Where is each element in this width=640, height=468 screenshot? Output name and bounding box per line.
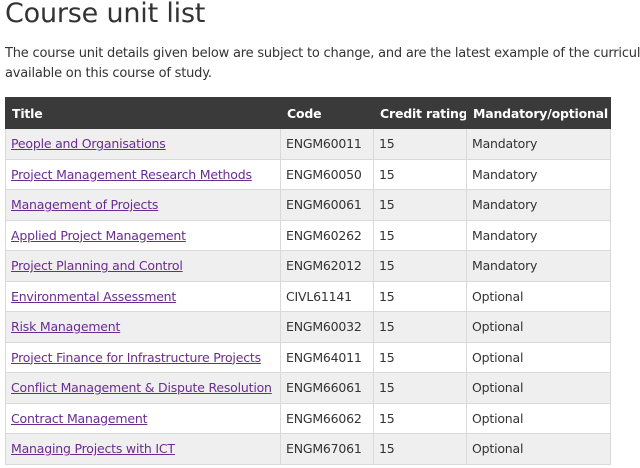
cell-code: ENGM60050 bbox=[280, 158, 374, 190]
header-title: Title bbox=[5, 97, 281, 129]
cell-title: Management of Projects bbox=[5, 189, 281, 221]
cell-code: ENGM66062 bbox=[280, 402, 374, 434]
cell-title: Project Management Research Methods bbox=[5, 158, 281, 190]
cell-credit-rating: 15 bbox=[373, 433, 467, 465]
cell-credit-rating: 15 bbox=[373, 219, 467, 251]
cell-credit-rating: 15 bbox=[373, 128, 467, 160]
cell-credit-rating: 15 bbox=[373, 158, 467, 190]
cell-title: Contract Management bbox=[5, 402, 281, 434]
cell-credit-rating: 15 bbox=[373, 250, 467, 282]
cell-title: People and Organisations bbox=[5, 128, 281, 160]
cell-code: CIVL61141 bbox=[280, 280, 374, 312]
table-row: Management of Projects ENGM60061 15 Mandato… bbox=[5, 189, 611, 221]
cell-title: Environmental Assessment bbox=[5, 280, 281, 312]
cell-credit-rating: 15 bbox=[373, 311, 467, 343]
cell-title: Managing Projects with ICT bbox=[5, 433, 281, 465]
course-unit-page: Course unit list The course unit details… bbox=[0, 0, 640, 468]
cell-code: ENGM60011 bbox=[280, 128, 374, 160]
table-row: Contract Management ENGM66062 15 Optional bbox=[5, 402, 611, 434]
course-unit-link[interactable]: People and Organisations bbox=[11, 136, 166, 151]
cell-title: Project Finance for Infrastructure Proje… bbox=[5, 341, 281, 373]
course-unit-link[interactable]: Project Planning and Control bbox=[11, 258, 183, 273]
cell-title: Applied Project Management bbox=[5, 219, 281, 251]
cell-mandatory-optional: Mandatory bbox=[466, 189, 611, 221]
cell-title: Conflict Management & Dispute Resolution bbox=[5, 372, 281, 404]
course-unit-link[interactable]: Management of Projects bbox=[11, 197, 158, 212]
cell-code: ENGM67061 bbox=[280, 433, 374, 465]
course-unit-link[interactable]: Risk Management bbox=[11, 319, 120, 334]
table-row: Project Planning and Control ENGM62012 15 M… bbox=[5, 250, 611, 282]
table-row: Project Finance for Infrastructure Proje… bbox=[5, 341, 611, 373]
cell-credit-rating: 15 bbox=[373, 341, 467, 373]
table-row: Conflict Management & Dispute Resolution… bbox=[5, 372, 611, 404]
cell-credit-rating: 15 bbox=[373, 280, 467, 312]
page-title: Course unit list bbox=[5, 0, 206, 29]
cell-mandatory-optional: Mandatory bbox=[466, 128, 611, 160]
cell-mandatory-optional: Optional bbox=[466, 372, 611, 404]
cell-mandatory-optional: Mandatory bbox=[466, 158, 611, 190]
header-code: Code bbox=[280, 97, 374, 129]
cell-credit-rating: 15 bbox=[373, 372, 467, 404]
cell-credit-rating: 15 bbox=[373, 189, 467, 221]
table-row: Risk Management ENGM60032 15 Optional bbox=[5, 311, 611, 343]
course-unit-link[interactable]: Contract Management bbox=[11, 411, 147, 426]
cell-code: ENGM64011 bbox=[280, 341, 374, 373]
cell-credit-rating: 15 bbox=[373, 402, 467, 434]
table-row: Applied Project Management ENGM60262 15 Man… bbox=[5, 219, 611, 251]
cell-mandatory-optional: Optional bbox=[466, 433, 611, 465]
table-row: Managing Projects with ICT ENGM67061 15 Opt… bbox=[5, 433, 611, 465]
course-unit-table: Title Code Credit rating Mandatory/optio… bbox=[5, 97, 611, 465]
cell-code: ENGM60061 bbox=[280, 189, 374, 221]
cell-mandatory-optional: Optional bbox=[466, 280, 611, 312]
course-unit-link[interactable]: Conflict Management & Dispute Resolution bbox=[11, 380, 272, 395]
table-row: Environmental Assessment CIVL61141 15 Optio… bbox=[5, 280, 611, 312]
cell-mandatory-optional: Optional bbox=[466, 341, 611, 373]
course-unit-link[interactable]: Applied Project Management bbox=[11, 228, 186, 243]
cell-mandatory-optional: Mandatory bbox=[466, 250, 611, 282]
table-header-row: Title Code Credit rating Mandatory/optio… bbox=[5, 97, 611, 129]
cell-title: Project Planning and Control bbox=[5, 250, 281, 282]
cell-code: ENGM62012 bbox=[280, 250, 374, 282]
cell-code: ENGM60262 bbox=[280, 219, 374, 251]
course-unit-link[interactable]: Managing Projects with ICT bbox=[11, 441, 175, 456]
cell-mandatory-optional: Mandatory bbox=[466, 219, 611, 251]
cell-code: ENGM60032 bbox=[280, 311, 374, 343]
header-mandatory-optional: Mandatory/optional bbox=[466, 97, 611, 129]
cell-mandatory-optional: Optional bbox=[466, 311, 611, 343]
course-unit-link[interactable]: Environmental Assessment bbox=[11, 289, 176, 304]
intro-line-1: The course unit details given below are … bbox=[5, 46, 640, 61]
cell-mandatory-optional: Optional bbox=[466, 402, 611, 434]
table-body: People and Organisations ENGM60011 15 Manda… bbox=[5, 128, 611, 465]
course-unit-link[interactable]: Project Management Research Methods bbox=[11, 167, 252, 182]
table-row: Project Management Research Methods ENGM6… bbox=[5, 158, 611, 190]
cell-title: Risk Management bbox=[5, 311, 281, 343]
intro-text: The course unit details given below are … bbox=[5, 44, 640, 84]
intro-line-2: available on this course of study. bbox=[5, 66, 212, 81]
cell-code: ENGM66061 bbox=[280, 372, 374, 404]
course-unit-link[interactable]: Project Finance for Infrastructure Proje… bbox=[11, 350, 261, 365]
table-row: People and Organisations ENGM60011 15 Manda… bbox=[5, 128, 611, 160]
header-credit-rating: Credit rating bbox=[373, 97, 467, 129]
